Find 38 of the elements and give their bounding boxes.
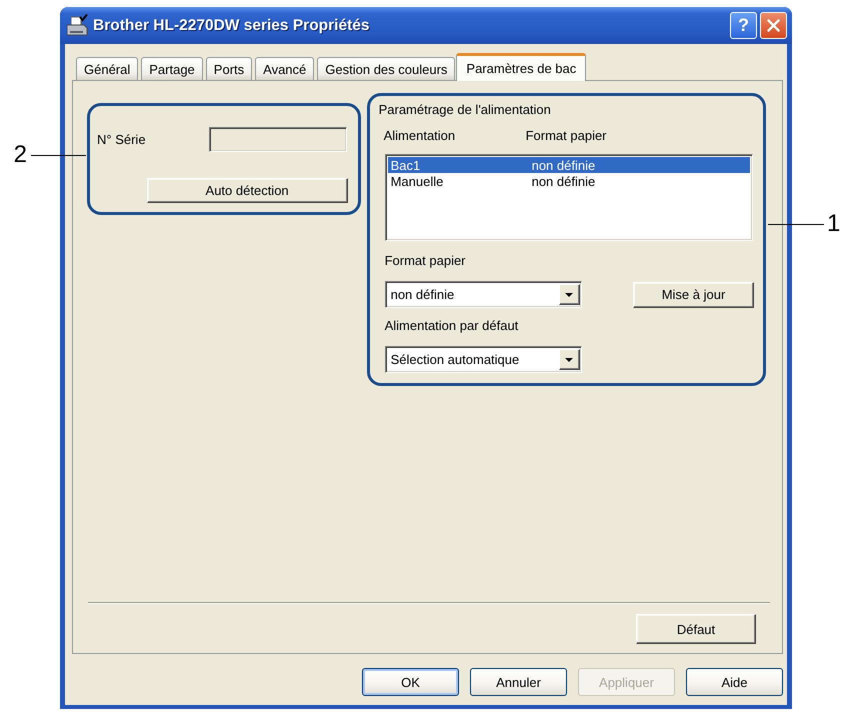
group-title: Paramétrage de l'alimentation [378,102,552,118]
callout-number: 1 [827,211,840,237]
tab[interactable]: Avancé [255,57,314,80]
tab[interactable]: Ports [206,57,252,80]
tab[interactable]: Partage [141,57,203,80]
printer-icon [66,14,88,38]
leader-line [31,154,86,156]
list-cell: non définie [532,158,596,172]
caret-icon [565,358,574,362]
list-row[interactable]: Bac1 non définie [388,157,750,173]
callout-number: 2 [14,142,27,168]
paper-size-dropdown[interactable]: non définie [384,281,582,308]
auto-detect-button[interactable]: Auto détection [146,178,348,203]
default-button[interactable]: Défaut [636,614,756,644]
window-title: Brother HL-2270DW series Propriétés [93,16,370,34]
list-row[interactable]: Manuelle non définie [388,173,750,189]
tab[interactable]: Paramètres de bac [456,53,586,81]
column-header: Alimentation [384,128,456,144]
dialog-button[interactable]: OK [362,668,459,696]
paper-source-list[interactable]: Bac1 non définie Manuelle non définie [384,154,753,241]
close-icon [767,19,780,32]
update-button[interactable]: Mise à jour [633,282,754,308]
dialog-button[interactable]: Aide [686,668,783,696]
tab[interactable]: Général [76,57,138,80]
dialog-button[interactable]: Annuler [470,668,567,696]
field-label: Alimentation par défaut [384,318,520,334]
list-cell-text: Bac1 [390,158,422,172]
dropdown-button[interactable] [558,349,580,370]
list-cell: non définie [532,174,596,188]
field-label: N° Série [97,132,146,148]
caret-icon [565,292,574,296]
list-cell-text: Manuelle [390,174,444,188]
default-source-dropdown[interactable]: Sélection automatique [384,346,582,373]
tab[interactable]: Gestion des couleurs [317,57,456,80]
field-label: Format papier [384,253,467,269]
close-button[interactable] [760,12,787,39]
dropdown-button[interactable] [558,284,580,305]
column-header: Format papier [526,128,607,144]
